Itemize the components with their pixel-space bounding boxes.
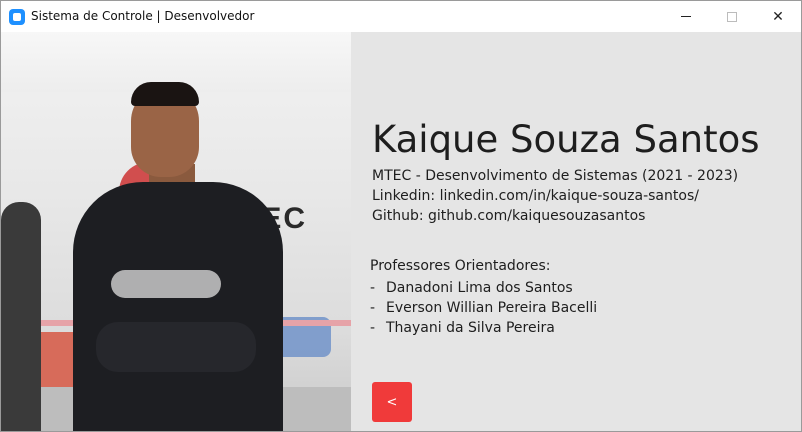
close-icon: ✕	[772, 8, 784, 24]
minimize-button[interactable]	[663, 1, 709, 32]
advisor-item: - Danadoni Lima dos Santos	[370, 278, 597, 298]
advisors-list: - Danadoni Lima dos Santos - Everson Wil…	[370, 278, 597, 338]
maximize-icon	[727, 11, 737, 22]
info-panel: Kaique Souza Santos MTEC - Desenvolvimen…	[351, 32, 801, 431]
minimize-icon	[681, 16, 691, 17]
maximize-button[interactable]	[709, 1, 755, 32]
window-title: Sistema de Controle | Desenvolvedor	[31, 9, 255, 23]
back-button[interactable]: <	[372, 382, 412, 422]
list-bullet: -	[370, 280, 376, 296]
window-content: TEC Kaique Souza Santos MTEC - Desenvolv…	[1, 32, 801, 431]
close-button[interactable]: ✕	[755, 1, 801, 32]
advisor-name: Thayani da Silva Pereira	[386, 320, 555, 336]
photo-person-hair	[131, 82, 199, 106]
developer-photo: TEC	[1, 32, 351, 431]
list-bullet: -	[370, 320, 376, 336]
course-text: MTEC - Desenvolvimento de Sistemas (2021…	[372, 168, 739, 184]
advisor-item: - Thayani da Silva Pereira	[370, 318, 597, 338]
app-window: Sistema de Controle | Desenvolvedor ✕ TE…	[0, 0, 802, 432]
app-icon	[9, 9, 25, 25]
github-text: Github: github.com/kaiquesouzasantos	[372, 208, 646, 224]
photo-crossed-arms	[96, 322, 256, 372]
photo-person-body	[73, 182, 283, 431]
advisor-name: Danadoni Lima dos Santos	[386, 280, 573, 296]
list-bullet: -	[370, 300, 376, 316]
linkedin-text: Linkedin: linkedin.com/in/kaique-souza-s…	[372, 188, 699, 204]
advisor-item: - Everson Willian Pereira Bacelli	[370, 298, 597, 318]
photo-mannequin	[1, 202, 41, 431]
title-bar[interactable]: Sistema de Controle | Desenvolvedor ✕	[1, 1, 801, 32]
photo-jacket-logo	[111, 270, 221, 298]
developer-name: Kaique Souza Santos	[372, 118, 760, 161]
advisors-heading: Professores Orientadores:	[370, 258, 551, 274]
advisor-name: Everson Willian Pereira Bacelli	[386, 300, 598, 316]
